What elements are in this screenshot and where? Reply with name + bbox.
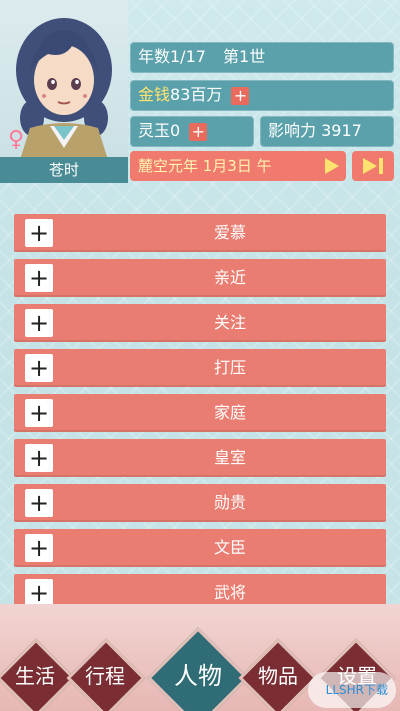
character-name: 苍时 xyxy=(0,157,128,183)
list-item-qinjin[interactable]: + 亲近 xyxy=(14,259,386,297)
money-label: 金钱 xyxy=(138,85,171,104)
list-item-guanzhu[interactable]: + 关注 xyxy=(14,304,386,342)
list-item-huangshi[interactable]: + 皇室 xyxy=(14,439,386,477)
nav-life-button[interactable]: 生活 xyxy=(0,664,70,688)
skip-forward-icon xyxy=(363,158,383,174)
watermark: LLSHR下载 xyxy=(308,672,396,708)
list-item-wenchen[interactable]: + 文臣 xyxy=(14,529,386,567)
money-value: 83百万 xyxy=(170,85,223,104)
list-item-label: 勋贵 xyxy=(213,493,246,512)
expand-icon[interactable]: + xyxy=(25,444,53,472)
play-icon xyxy=(325,158,339,174)
character-portrait[interactable]: ♀ 苍时 xyxy=(0,0,128,183)
list-item-label: 文臣 xyxy=(213,538,246,557)
expand-icon[interactable]: + xyxy=(25,264,53,292)
money-box: 金钱83百万 + xyxy=(130,80,394,111)
nav-schedule-button[interactable]: 行程 xyxy=(70,664,140,688)
list-item-label: 关注 xyxy=(213,313,246,332)
year-text: 年数1/17 xyxy=(138,47,206,66)
list-item-xungui[interactable]: + 勋贵 xyxy=(14,484,386,522)
generation-text: 第1世 xyxy=(223,47,266,66)
expand-icon[interactable]: + xyxy=(25,354,53,382)
nav-items-button[interactable]: 物品 xyxy=(243,664,313,688)
date-bar: 麓空元年 1月3日 午 xyxy=(130,151,346,181)
play-button[interactable] xyxy=(316,151,346,181)
add-money-button[interactable]: + xyxy=(231,86,250,105)
list-item-wujiang[interactable]: + 武将 xyxy=(14,574,386,604)
jade-box: 灵玉0 + xyxy=(130,116,254,147)
year-box: 年数1/17 第1世 xyxy=(130,42,394,73)
female-icon: ♀ xyxy=(7,127,25,152)
skip-button[interactable] xyxy=(352,151,394,181)
expand-icon[interactable]: + xyxy=(25,399,53,427)
expand-icon[interactable]: + xyxy=(25,534,53,562)
list-item-daya[interactable]: + 打压 xyxy=(14,349,386,387)
list-item-label: 打压 xyxy=(213,358,246,377)
list-item-label: 爱慕 xyxy=(213,223,246,242)
list-item-label: 皇室 xyxy=(213,448,246,467)
list-item-jiating[interactable]: + 家庭 xyxy=(14,394,386,432)
list-item-label: 亲近 xyxy=(213,268,246,287)
list-item-label: 家庭 xyxy=(213,403,246,422)
date-text: 麓空元年 1月3日 午 xyxy=(138,157,272,175)
expand-icon[interactable]: + xyxy=(25,219,53,247)
nav-people-button[interactable]: 人物 xyxy=(163,664,233,688)
relation-list: + 爱慕 + 亲近 + 关注 + 打压 + 家庭 + 皇室 + 勋贵 + 文臣 … xyxy=(14,214,386,604)
expand-icon[interactable]: + xyxy=(25,579,53,604)
expand-icon[interactable]: + xyxy=(25,309,53,337)
list-item-aimu[interactable]: + 爱慕 xyxy=(14,214,386,252)
list-item-label: 武将 xyxy=(213,583,246,602)
influence-box: 影响力 3917 xyxy=(260,116,394,147)
influence-text: 影响力 3917 xyxy=(268,121,362,140)
expand-icon[interactable]: + xyxy=(25,489,53,517)
add-jade-button[interactable]: + xyxy=(189,122,208,141)
jade-text: 灵玉0 xyxy=(138,121,181,140)
